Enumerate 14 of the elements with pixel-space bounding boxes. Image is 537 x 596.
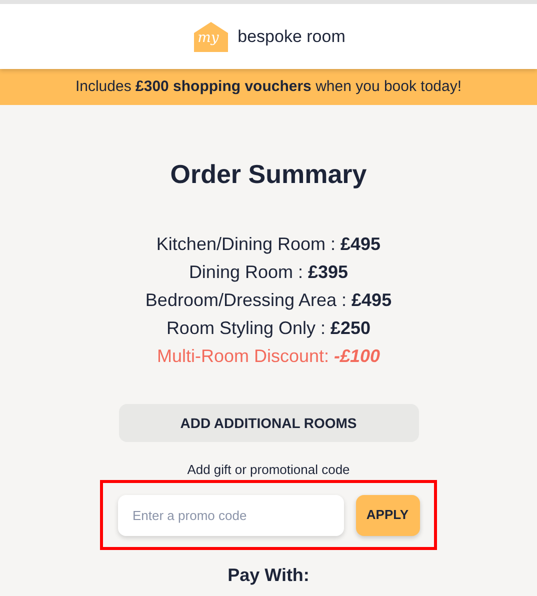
logo: my: [192, 20, 230, 52]
add-rooms-button[interactable]: ADD ADDITIONAL ROOMS: [118, 404, 418, 442]
promo-label: Add gift or promotional code: [187, 462, 350, 478]
banner-text: Includes £300 shopping vouchers when you book today!: [75, 76, 462, 97]
order-line: Dining Room : £395: [188, 261, 348, 284]
apply-button[interactable]: APPLY: [356, 494, 420, 536]
order-line: Room Styling Only : £250: [166, 317, 371, 340]
pay-with-heading: Pay With:: [228, 564, 310, 587]
order-line: Multi-Room Discount: -£100: [156, 345, 380, 368]
order-line: Kitchen/Dining Room : £495: [156, 233, 381, 256]
promo-code-field[interactable]: Enter a promo code: [118, 494, 344, 536]
order-line: Bedroom/Dressing Area : £495: [145, 289, 392, 312]
logo-text: bespoke room: [238, 26, 346, 48]
order-summary-title: Order Summary: [170, 158, 367, 191]
